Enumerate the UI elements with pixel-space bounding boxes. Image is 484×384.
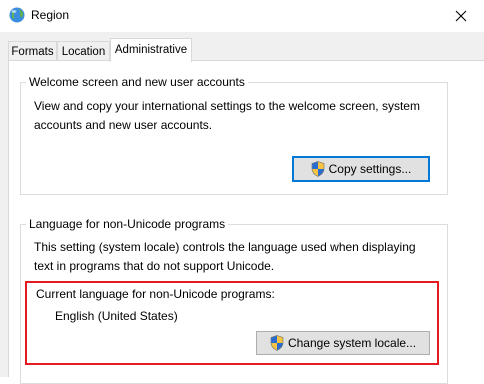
current-language-value: English (United States)	[55, 309, 178, 323]
copy-settings-button[interactable]: Copy settings...	[292, 156, 430, 182]
tab-location[interactable]: Location	[57, 41, 110, 61]
copy-settings-label: Copy settings...	[328, 162, 412, 176]
title-bar: Region	[0, 0, 484, 32]
current-language-label: Current language for non-Unicode program…	[36, 287, 275, 301]
non-unicode-group-title: Language for non-Unicode programs	[26, 217, 229, 231]
close-icon	[455, 10, 467, 21]
non-unicode-description: This setting (system locale) controls th…	[34, 240, 416, 273]
window-title: Region	[31, 8, 70, 22]
close-button[interactable]	[438, 0, 484, 31]
change-system-locale-button[interactable]: Change system locale...	[256, 331, 430, 355]
tab-formats[interactable]: Formats	[8, 41, 57, 61]
uac-shield-icon	[270, 335, 284, 351]
globe-icon	[9, 7, 25, 23]
change-system-locale-label: Change system locale...	[287, 336, 417, 350]
uac-shield-icon	[311, 161, 324, 177]
welcome-screen-group-title: Welcome screen and new user accounts	[26, 75, 248, 89]
welcome-screen-description: View and copy your international setting…	[34, 99, 420, 132]
tab-administrative[interactable]: Administrative	[110, 38, 192, 62]
